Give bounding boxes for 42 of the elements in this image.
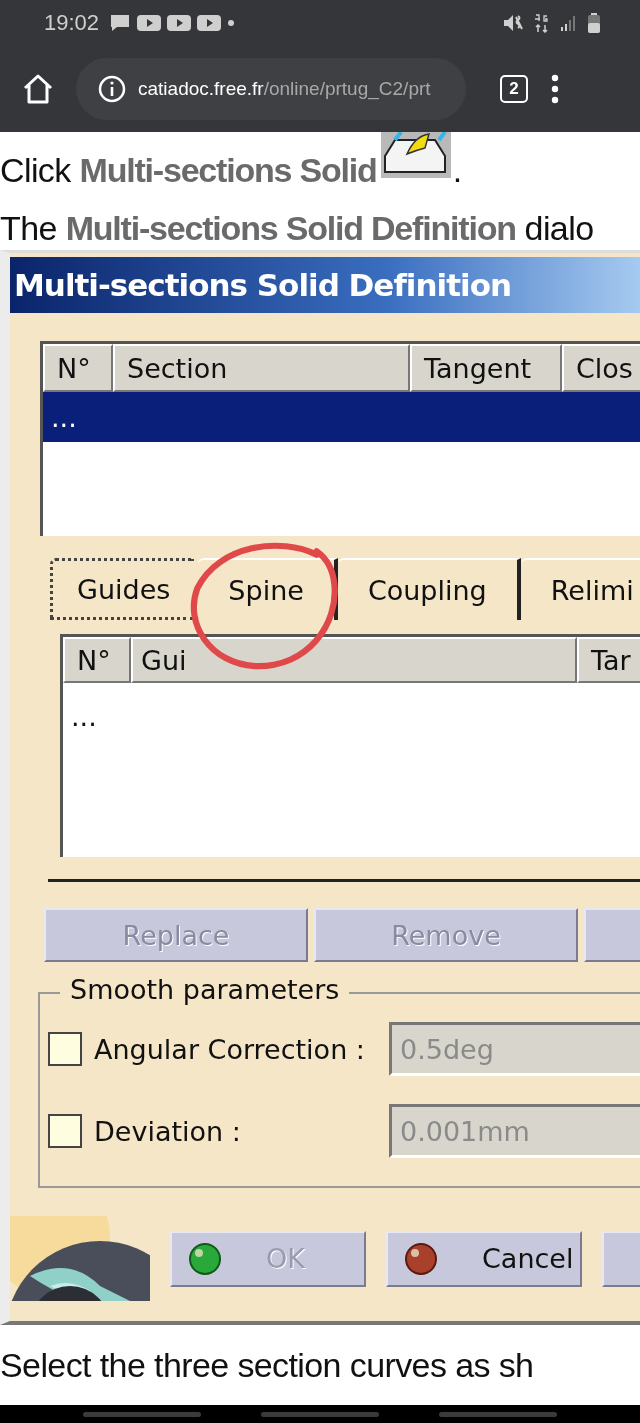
home-icon[interactable] <box>22 72 54 105</box>
signal-icon <box>560 13 578 32</box>
period-text: . <box>452 151 462 190</box>
navigation-handle[interactable] <box>83 1411 201 1417</box>
column-header[interactable]: Tangent <box>410 344 562 392</box>
button[interactable]: Cancel <box>386 1230 582 1287</box>
table-cell: ... <box>51 401 77 433</box>
menu-icon[interactable] <box>550 72 560 105</box>
table-row[interactable]: ... <box>63 691 640 741</box>
field-label: Angular Correction : <box>94 1033 366 1065</box>
network-icon <box>534 12 550 33</box>
description-text: The Multi-sections Solid Definition dialo <box>0 209 594 248</box>
column-header[interactable]: Tar <box>577 637 640 683</box>
address-bar[interactable]: catiadoc.free.fr/online/prtug_C2/prt <box>76 57 466 120</box>
column-header[interactable]: Section <box>113 344 410 392</box>
message-icon <box>109 12 132 33</box>
battery-icon <box>588 12 600 33</box>
column-header[interactable]: N° <box>63 637 131 683</box>
ball-icon <box>404 1241 438 1276</box>
instruction-text: Click Multi-sections Solid <box>0 151 377 190</box>
tab[interactable]: Coupling <box>337 558 521 620</box>
table-row[interactable]: ... <box>43 392 640 442</box>
navigation-handle[interactable] <box>439 1411 557 1417</box>
url-text: catiadoc.free.fr/online/prtug_C2/prt <box>138 77 431 100</box>
video-icon <box>167 13 192 32</box>
mute-icon <box>502 12 524 33</box>
video-icon <box>137 13 162 32</box>
instruction-text: Select the three section curves as sh <box>0 1345 534 1385</box>
column-header[interactable]: Gui <box>131 637 577 683</box>
dot-icon <box>227 18 236 27</box>
column-header[interactable]: N° <box>43 344 113 392</box>
table-cell: ... <box>71 700 97 732</box>
info-icon[interactable] <box>98 74 126 103</box>
tab[interactable]: Spine <box>198 558 338 620</box>
tab-count-button[interactable]: 2 <box>500 74 528 103</box>
navigation-handle[interactable] <box>261 1411 379 1417</box>
dialog-title-bar: Multi-sections Solid Definition <box>10 257 640 313</box>
clock-time: 19:02 <box>44 9 100 36</box>
ball-icon <box>188 1241 222 1276</box>
field-label: Deviation : <box>94 1115 242 1147</box>
tab[interactable]: Guides <box>50 558 195 620</box>
video-icon <box>197 13 222 32</box>
